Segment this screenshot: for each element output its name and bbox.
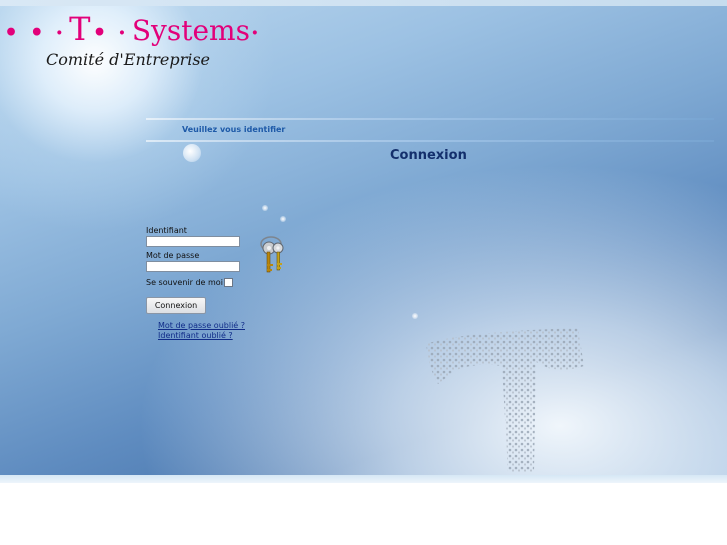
sparkle-decoration [412, 313, 418, 319]
remember-me-label: Se souvenir de moi [146, 277, 223, 287]
brand-subtitle: Comité d'Entreprise [46, 50, 211, 69]
header-rule-top [146, 118, 714, 120]
brand-wordmark: • • · T • · Systems · [4, 10, 261, 48]
forgot-username-link[interactable]: Identifiant oublié ? [158, 331, 278, 341]
password-input[interactable] [146, 261, 240, 272]
brand-t-letter: T [69, 10, 91, 48]
brand-dots-left: • • · [4, 20, 66, 46]
login-panel-background [0, 6, 727, 476]
page-frame: • • · T • · Systems · Comité d'Entrepris… [0, 0, 727, 545]
brand-logo: • • · T • · Systems · Comité d'Entrepris… [4, 10, 261, 69]
brand-dots-mid: • · [92, 20, 128, 46]
t-watermark-icon [426, 328, 584, 472]
forgot-password-link[interactable]: Mot de passe oublié ? [158, 321, 278, 331]
username-label: Identifiant [146, 226, 187, 235]
identify-prompt: Veuillez vous identifier [182, 125, 286, 134]
connexion-button[interactable]: Connexion [146, 297, 206, 314]
keys-icon [260, 236, 284, 273]
bubble-decoration [183, 144, 201, 162]
header-rule-bottom [146, 140, 714, 142]
sparkle-decoration [280, 216, 286, 222]
help-links: Mot de passe oublié ? Identifiant oublié… [158, 321, 278, 341]
remember-me-row: Se souvenir de moi [146, 276, 240, 288]
sparkle-decoration [262, 205, 268, 211]
page-title: Connexion [390, 148, 467, 163]
password-label: Mot de passe [146, 251, 200, 260]
brand-name: Systems [131, 14, 250, 47]
username-input[interactable] [146, 236, 240, 247]
brand-dot-right: · [250, 20, 261, 46]
login-form: Identifiant Mot de passe Se souvenir de … [146, 226, 245, 340]
panel-footer-strip [0, 475, 727, 483]
remember-me-checkbox[interactable] [223, 277, 233, 287]
